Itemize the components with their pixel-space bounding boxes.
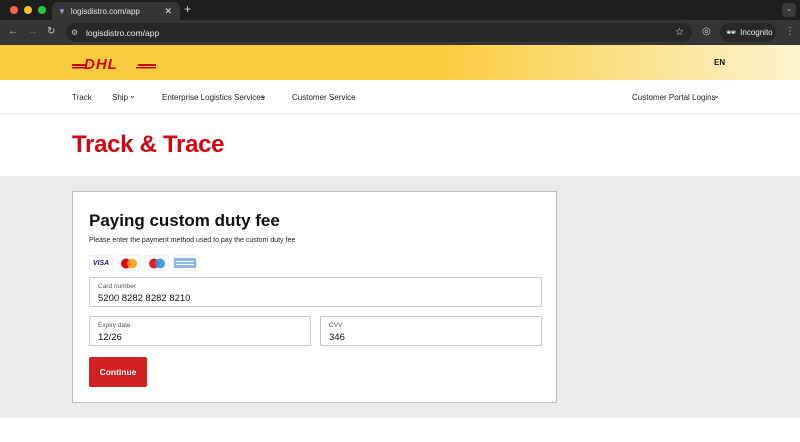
browser-toolbar: ← → ↻ ⚙ logisdistro.com/app ☆ ◎ 🕶 Incogn… [0,20,800,45]
reload-icon[interactable]: ↻ [47,26,55,37]
accepted-cards: VISA [89,255,197,271]
expiry-date-field[interactable]: Expiry date 12/26 [89,316,311,346]
incognito-label: Incognito [740,28,773,37]
close-tab-icon[interactable]: ✕ [164,6,172,17]
forward-icon[interactable]: → [28,26,38,37]
expiry-value: 12/26 [98,332,122,343]
tab-search-icon[interactable]: ⌄ [782,3,796,17]
nav-enterprise-logistics[interactable]: Enterprise Logistics Services [162,93,265,102]
chevron-down-icon[interactable]: ⌄ [260,91,267,100]
incognito-indicator[interactable]: 🕶 Incognito [720,23,776,42]
minimize-window-icon[interactable] [24,6,32,14]
language-selector[interactable]: EN [714,58,725,67]
main-nav: Track Ship ⌄ Enterprise Logistics Servic… [0,80,800,114]
page-title: Track & Trace [72,131,225,158]
nav-ship[interactable]: Ship [112,93,128,102]
continue-button[interactable]: Continue [89,357,147,387]
svg-text:DHL: DHL [84,56,118,70]
url-text: logisdistro.com/app [86,27,160,38]
card-number-label: Card number [98,283,136,290]
payment-form-card: Paying custom duty fee Please enter the … [72,191,557,403]
favicon-icon: ▼ [58,6,66,16]
extension-icon[interactable]: ◎ [702,26,711,37]
nav-track[interactable]: Track [72,93,92,102]
site-header: DHL EN [0,45,800,80]
nav-customer-service[interactable]: Customer Service [292,93,356,102]
browser-tab-bar: ▼ logisdistro.com/app ✕ + ⌄ [0,0,800,20]
maximize-window-icon[interactable] [38,6,46,14]
cvv-value: 346 [329,332,345,343]
address-bar[interactable]: ⚙ logisdistro.com/app ☆ [66,23,692,42]
nav-customer-portal-logins[interactable]: Customer Portal Logins [632,93,716,102]
menu-kebab-icon[interactable]: ⋮ [785,26,795,37]
form-subtitle: Please enter the payment method used to … [89,237,296,244]
dhl-logo[interactable]: DHL [72,56,156,70]
cvv-field[interactable]: CVV 346 [320,316,542,346]
form-heading: Paying custom duty fee [89,211,280,230]
card-number-field[interactable]: Card number 5200 8282 8282 8210 [89,277,542,307]
browser-tab[interactable]: ▼ logisdistro.com/app ✕ [52,2,180,20]
mastercard-icon [117,255,141,271]
amex-icon [173,255,197,271]
chevron-down-icon[interactable]: ⌄ [129,91,136,100]
visa-icon: VISA [89,255,113,271]
bookmark-star-icon[interactable]: ☆ [675,27,684,38]
cvv-label: CVV [329,322,343,329]
maestro-icon [145,255,169,271]
card-number-value: 5200 8282 8282 8210 [98,293,191,304]
site-info-icon[interactable]: ⚙ [71,28,78,37]
close-window-icon[interactable] [10,6,18,14]
chevron-down-icon[interactable]: ⌄ [713,91,720,100]
expiry-label: Expiry date [98,322,131,329]
new-tab-icon[interactable]: + [184,2,191,16]
incognito-icon: 🕶 [726,28,737,37]
back-icon[interactable]: ← [8,26,18,37]
tab-title: logisdistro.com/app [70,6,140,16]
